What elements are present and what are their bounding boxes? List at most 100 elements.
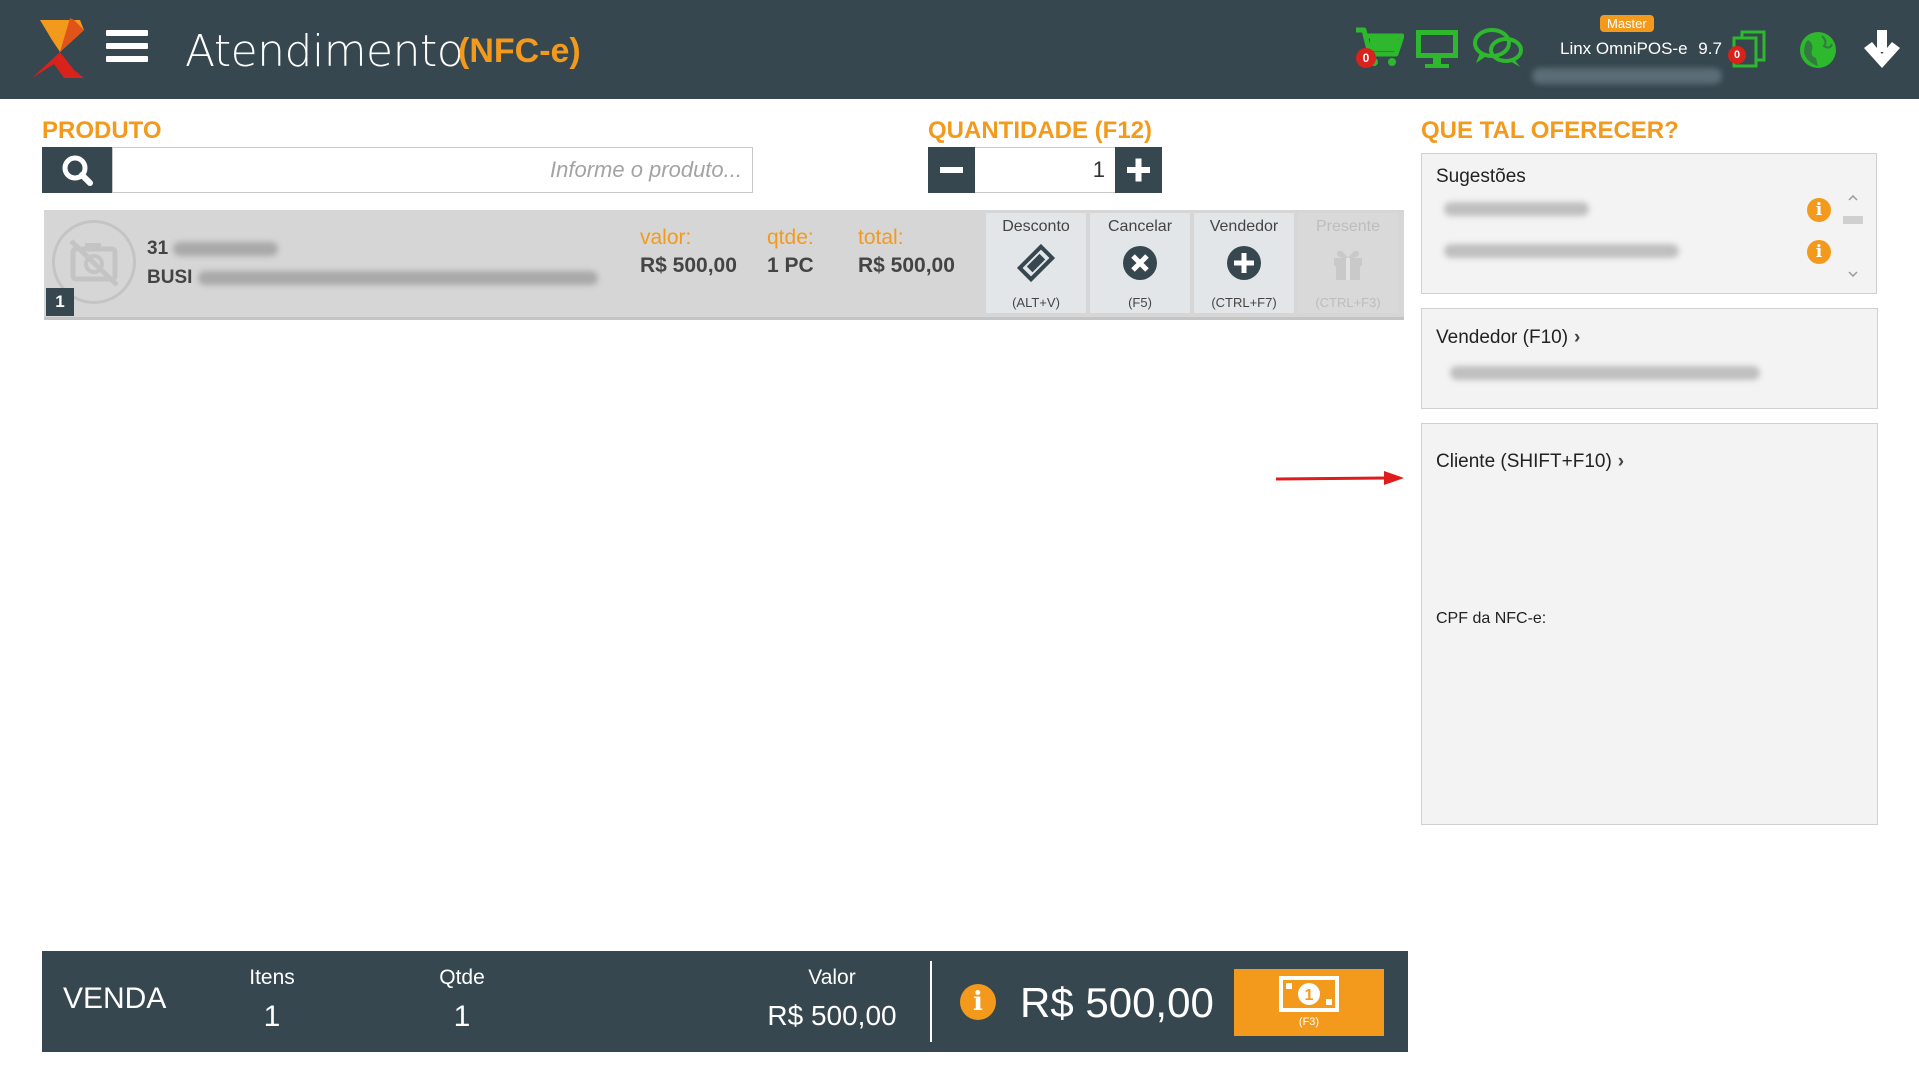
item-qtde-label: qtde: <box>767 226 814 249</box>
cancel-shortcut: (F5) <box>1128 295 1152 310</box>
plus-icon <box>1127 158 1150 182</box>
quantity-heading: QUANTIDADE (F12) <box>928 117 1153 144</box>
sale-qty-value: 1 <box>453 1000 471 1033</box>
chat-icon <box>1473 28 1523 67</box>
tag-icon <box>1017 244 1055 282</box>
gift-label: Presente <box>1315 218 1381 235</box>
seller-title: Vendedor (F10) › <box>1436 327 1580 349</box>
payment-button[interactable]: 1 (F3) <box>1234 969 1384 1036</box>
close-circle-icon <box>1123 246 1157 280</box>
seller-title-text: Vendedor (F10) <box>1436 327 1569 348</box>
product-heading: PRODUTO <box>42 117 162 144</box>
seller-panel[interactable]: Vendedor (F10) › <box>1421 308 1878 409</box>
item-description-text: BUSI <box>147 267 193 288</box>
redacted-description <box>197 270 598 285</box>
payment-shortcut: (F3) <box>1298 1016 1320 1028</box>
page-title: Atendimento <box>185 26 464 77</box>
master-badge: Master <box>1600 15 1654 32</box>
search-button[interactable] <box>42 147 112 193</box>
item-code-text: 31 <box>147 238 169 259</box>
pending-count-badge: 0 <box>1728 46 1746 64</box>
top-bar: Atendimento (NFC-e) 0 Master Linx OmniPO <box>0 0 1919 99</box>
seller-shortcut: (CTRL+F7) <box>1211 295 1277 310</box>
cart-count-badge: 0 <box>1356 48 1376 68</box>
cpf-label: CPF da NFC-e: <box>1436 610 1547 627</box>
item-description: BUSI <box>147 267 598 289</box>
cancel-label: Cancelar <box>1107 218 1173 235</box>
annotation-arrow-icon <box>1275 471 1404 485</box>
item-valor: R$ 500,00 <box>640 254 737 277</box>
sale-value: R$ 500,00 <box>767 1000 897 1031</box>
item-total-label: total: <box>858 226 904 249</box>
discount-label: Desconto <box>1002 218 1070 235</box>
minus-icon <box>940 167 963 173</box>
discount-shortcut: (ALT+V) <box>1012 295 1060 310</box>
info-icon[interactable]: i <box>1807 240 1831 264</box>
search-icon <box>62 155 93 186</box>
redacted-code <box>173 241 279 256</box>
globe-icon <box>1800 32 1836 68</box>
discount-button[interactable]: Desconto (ALT+V) <box>986 213 1086 313</box>
sale-value-label: Valor <box>808 966 856 989</box>
offer-heading: QUE TAL OFERECER? <box>1421 117 1679 144</box>
item-qtde: 1 PC <box>767 254 814 277</box>
sale-total: R$ 500,00 <box>1020 979 1214 1026</box>
svg-text:1: 1 <box>1305 987 1314 1004</box>
seller-label: Vendedor <box>1209 218 1279 235</box>
arrow-down-icon <box>1864 30 1900 68</box>
globe-button[interactable] <box>1798 30 1838 70</box>
item-total: R$ 500,00 <box>858 254 955 277</box>
cart-button[interactable]: 0 <box>1354 26 1405 72</box>
sale-label: VENDA <box>63 982 167 1015</box>
menu-button[interactable] <box>106 30 148 66</box>
suggestion-item-redacted[interactable] <box>1444 244 1679 258</box>
quantity-decrease-button[interactable] <box>928 147 975 193</box>
app-name-text: Linx OmniPOS-e <box>1560 39 1688 58</box>
seller-name-redacted <box>1450 366 1760 380</box>
seller-item-button[interactable]: Vendedor (CTRL+F7) <box>1194 213 1294 313</box>
item-number: 1 <box>46 288 74 316</box>
info-icon[interactable]: i <box>1807 198 1831 222</box>
linx-logo <box>32 18 84 78</box>
money-bill-icon: 1 <box>1279 976 1339 1012</box>
info-icon[interactable]: i <box>960 984 996 1020</box>
chat-button[interactable] <box>1472 26 1524 70</box>
product-search-input[interactable] <box>112 147 753 193</box>
scrollbar-icon <box>1843 194 1863 278</box>
suggestion-item-redacted[interactable] <box>1444 202 1589 216</box>
client-title: Cliente (SHIFT+F10) › <box>1436 451 1624 473</box>
download-button[interactable] <box>1862 28 1902 70</box>
item-valor-label: valor: <box>640 226 692 249</box>
sale-item-row[interactable]: 1 31 BUSI valor: R$ 500,00 qtde: 1 PC to… <box>44 210 1404 320</box>
menu-bar <box>106 43 148 49</box>
pending-docs-button[interactable]: 0 <box>1728 30 1768 70</box>
suggestions-scrollbar[interactable] <box>1841 190 1865 282</box>
page-subtitle: (NFC-e) <box>458 32 581 70</box>
app-name: Linx OmniPOS-e 9.7 <box>1560 39 1722 59</box>
sale-items-value: 1 <box>263 1000 281 1033</box>
sale-summary-bar: VENDA Itens 1 Qtde 1 Valor R$ 500,00 i R… <box>42 951 1408 1052</box>
item-code: 31 <box>147 238 279 260</box>
app-version: 9.7 <box>1698 39 1722 58</box>
sale-items-label: Itens <box>249 966 295 989</box>
gift-shortcut: (CTRL+F3) <box>1315 295 1381 310</box>
plus-circle-icon <box>1227 246 1261 280</box>
sale-qty-label: Qtde <box>439 966 485 989</box>
gift-button[interactable]: Presente (CTRL+F3) <box>1298 213 1398 313</box>
suggestions-panel: Sugestões i i <box>1421 153 1877 294</box>
quantity-increase-button[interactable] <box>1115 147 1162 193</box>
quantity-input[interactable] <box>975 147 1115 193</box>
monitor-button[interactable] <box>1414 28 1460 70</box>
divider <box>930 961 932 1042</box>
client-title-text: Cliente (SHIFT+F10) <box>1436 451 1612 472</box>
monitor-icon <box>1416 30 1458 68</box>
suggestions-title: Sugestões <box>1436 166 1526 187</box>
client-panel[interactable]: Cliente (SHIFT+F10) › CPF da NFC-e: <box>1421 423 1878 825</box>
chevron-right-icon: › <box>1574 327 1581 348</box>
menu-bar <box>106 30 148 36</box>
menu-bar <box>106 56 148 62</box>
gift-icon <box>1334 250 1362 280</box>
cancel-item-button[interactable]: Cancelar (F5) <box>1090 213 1190 313</box>
chevron-right-icon: › <box>1617 451 1625 472</box>
redacted-datetime <box>1532 68 1722 84</box>
